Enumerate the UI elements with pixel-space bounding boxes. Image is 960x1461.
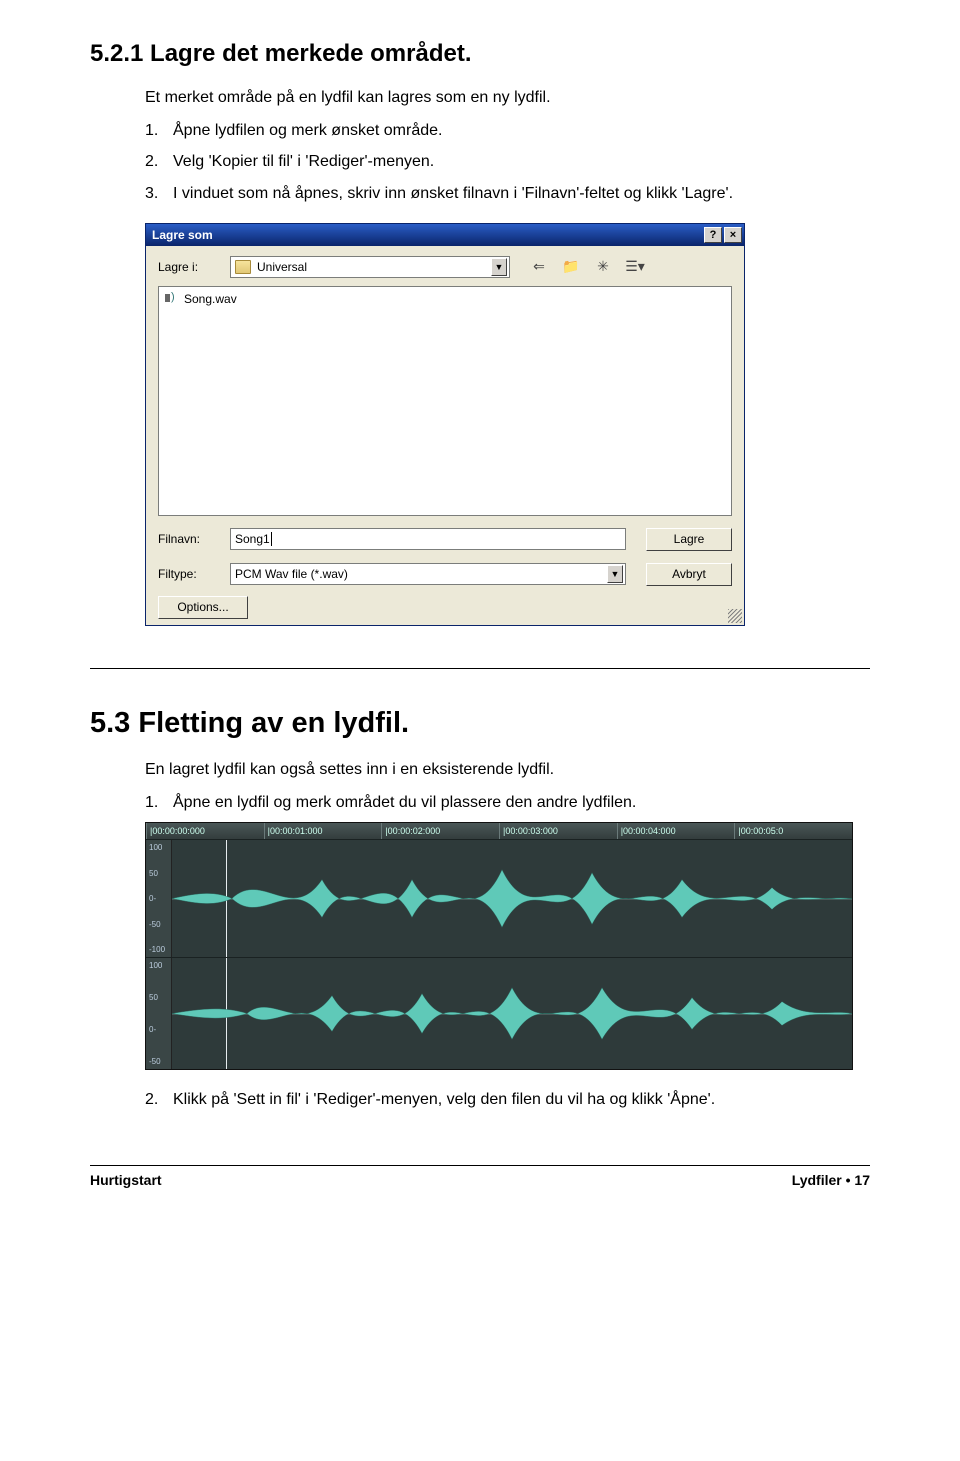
heading-5-2-1: 5.2.1 Lagre det merkede området.: [90, 40, 870, 68]
intro-521: Et merket område på en lydfil kan lagres…: [145, 86, 870, 109]
save-dialog-figure: Lagre som ? × Lagre i: Universal ▼ ⇐ 📁: [145, 223, 870, 626]
waveform-channel-top: 100 50 0- -50 -100: [146, 839, 852, 957]
step-text: Klikk på 'Sett in fil' i 'Rediger'-menye…: [173, 1091, 715, 1108]
dialog-title: Lagre som: [152, 228, 213, 242]
close-button[interactable]: ×: [724, 227, 742, 243]
waveform-figure: |00:00:00:000 |00:00:01:000 |00:00:02:00…: [145, 822, 870, 1070]
axis-label: 100: [149, 843, 168, 852]
heading-5-3: 5.3 Fletting av en lydfil.: [90, 707, 870, 740]
step-text: I vinduet som nå åpnes, skriv inn ønsket…: [173, 185, 733, 202]
save-button[interactable]: Lagre: [646, 528, 732, 551]
axis-label: 0-: [149, 1025, 168, 1034]
file-item-name: Song.wav: [184, 292, 237, 306]
options-button[interactable]: Options...: [158, 596, 248, 619]
lookin-value: Universal: [257, 260, 491, 274]
up-folder-icon[interactable]: 📁: [560, 257, 582, 277]
steps-521: 1.Åpne lydfilen og merk ønsket område. 2…: [145, 119, 870, 205]
filetype-label: Filtype:: [158, 567, 230, 581]
folder-icon: [235, 260, 251, 274]
ruler-tick: |00:00:02:000: [381, 823, 499, 839]
save-as-dialog: Lagre som ? × Lagre i: Universal ▼ ⇐ 📁: [145, 223, 745, 626]
footer-left: Hurtigstart: [90, 1172, 162, 1188]
step-item: 3.I vinduet som nå åpnes, skriv inn ønsk…: [145, 182, 870, 205]
filename-input[interactable]: Song1: [230, 528, 626, 550]
ruler-tick: |00:00:01:000: [264, 823, 382, 839]
lookin-row: Lagre i: Universal ▼ ⇐ 📁 ✳ ☰▾: [158, 256, 732, 278]
sound-file-icon: [164, 292, 180, 306]
step-text: Åpne en lydfil og merk området du vil pl…: [173, 794, 636, 811]
lookin-label: Lagre i:: [158, 260, 230, 274]
ruler-tick: |00:00:05:0: [734, 823, 852, 839]
cancel-button[interactable]: Avbryt: [646, 563, 732, 586]
step-item: 2.Velg 'Kopier til fil' i 'Rediger'-meny…: [145, 150, 870, 173]
waveform-view: |00:00:00:000 |00:00:01:000 |00:00:02:00…: [145, 822, 853, 1070]
waveform-channel-bottom: 100 50 0- -50: [146, 957, 852, 1069]
axis-label: 0-: [149, 894, 168, 903]
waveform-svg: [172, 840, 852, 957]
dialog-titlebar: Lagre som ? ×: [146, 224, 744, 246]
axis-label: 100: [149, 961, 168, 970]
filetype-row: Filtype: PCM Wav file (*.wav) ▼ Avbryt: [158, 563, 732, 586]
file-list[interactable]: Song.wav: [158, 286, 732, 516]
options-row: Options...: [158, 596, 732, 619]
file-item[interactable]: Song.wav: [163, 291, 727, 307]
step-text: Åpne lydfilen og merk ønsket område.: [173, 122, 442, 139]
axis-label: -50: [149, 1057, 168, 1066]
axis-label: 50: [149, 869, 168, 878]
axis-label: -100: [149, 945, 168, 954]
chevron-down-icon[interactable]: ▼: [491, 258, 507, 276]
filetype-combo[interactable]: PCM Wav file (*.wav) ▼: [230, 563, 626, 585]
text-caret: [271, 532, 272, 546]
waveform-axis: 100 50 0- -50: [146, 958, 172, 1069]
footer-right: Lydfiler • 17: [792, 1172, 870, 1188]
page-number: 17: [854, 1172, 870, 1188]
footer-section-label: Lydfiler: [792, 1172, 842, 1188]
new-folder-icon[interactable]: ✳: [592, 257, 614, 277]
filetype-value: PCM Wav file (*.wav): [235, 567, 607, 581]
filename-value: Song1: [235, 532, 270, 546]
waveform-ruler: |00:00:00:000 |00:00:01:000 |00:00:02:00…: [146, 823, 852, 839]
step-item: 1.Åpne lydfilen og merk ønsket område.: [145, 119, 870, 142]
lookin-combo[interactable]: Universal ▼: [230, 256, 510, 278]
intro-53: En lagret lydfil kan også settes inn i e…: [145, 758, 870, 781]
filename-row: Filnavn: Song1 Lagre: [158, 528, 732, 551]
steps-53-part1: 1.Åpne en lydfil og merk området du vil …: [145, 791, 870, 814]
page-footer: Hurtigstart Lydfiler • 17: [90, 1172, 870, 1188]
step-text: Velg 'Kopier til fil' i 'Rediger'-menyen…: [173, 153, 434, 170]
dialog-body: Lagre i: Universal ▼ ⇐ 📁 ✳ ☰▾: [146, 246, 744, 625]
waveform-svg: [172, 958, 852, 1069]
view-menu-icon[interactable]: ☰▾: [624, 257, 646, 277]
section-divider: [90, 668, 870, 669]
back-icon[interactable]: ⇐: [528, 257, 550, 277]
resize-grip-icon[interactable]: [728, 609, 742, 623]
waveform-axis: 100 50 0- -50 -100: [146, 840, 172, 957]
dialog-nav-icons: ⇐ 📁 ✳ ☰▾: [528, 257, 646, 277]
footer-divider: [90, 1165, 870, 1166]
chevron-down-icon[interactable]: ▼: [607, 565, 623, 583]
steps-53-part2: 2.Klikk på 'Sett in fil' i 'Rediger'-men…: [145, 1088, 870, 1111]
axis-label: -50: [149, 920, 168, 929]
ruler-tick: |00:00:00:000: [146, 823, 264, 839]
ruler-tick: |00:00:03:000: [499, 823, 617, 839]
step-item: 2.Klikk på 'Sett in fil' i 'Rediger'-men…: [145, 1088, 870, 1111]
filename-label: Filnavn:: [158, 532, 230, 546]
ruler-tick: |00:00:04:000: [617, 823, 735, 839]
step-item: 1.Åpne en lydfil og merk området du vil …: [145, 791, 870, 814]
axis-label: 50: [149, 993, 168, 1002]
page: 5.2.1 Lagre det merkede området. Et merk…: [0, 0, 960, 1461]
bullet-icon: •: [846, 1172, 851, 1188]
help-button[interactable]: ?: [704, 227, 722, 243]
